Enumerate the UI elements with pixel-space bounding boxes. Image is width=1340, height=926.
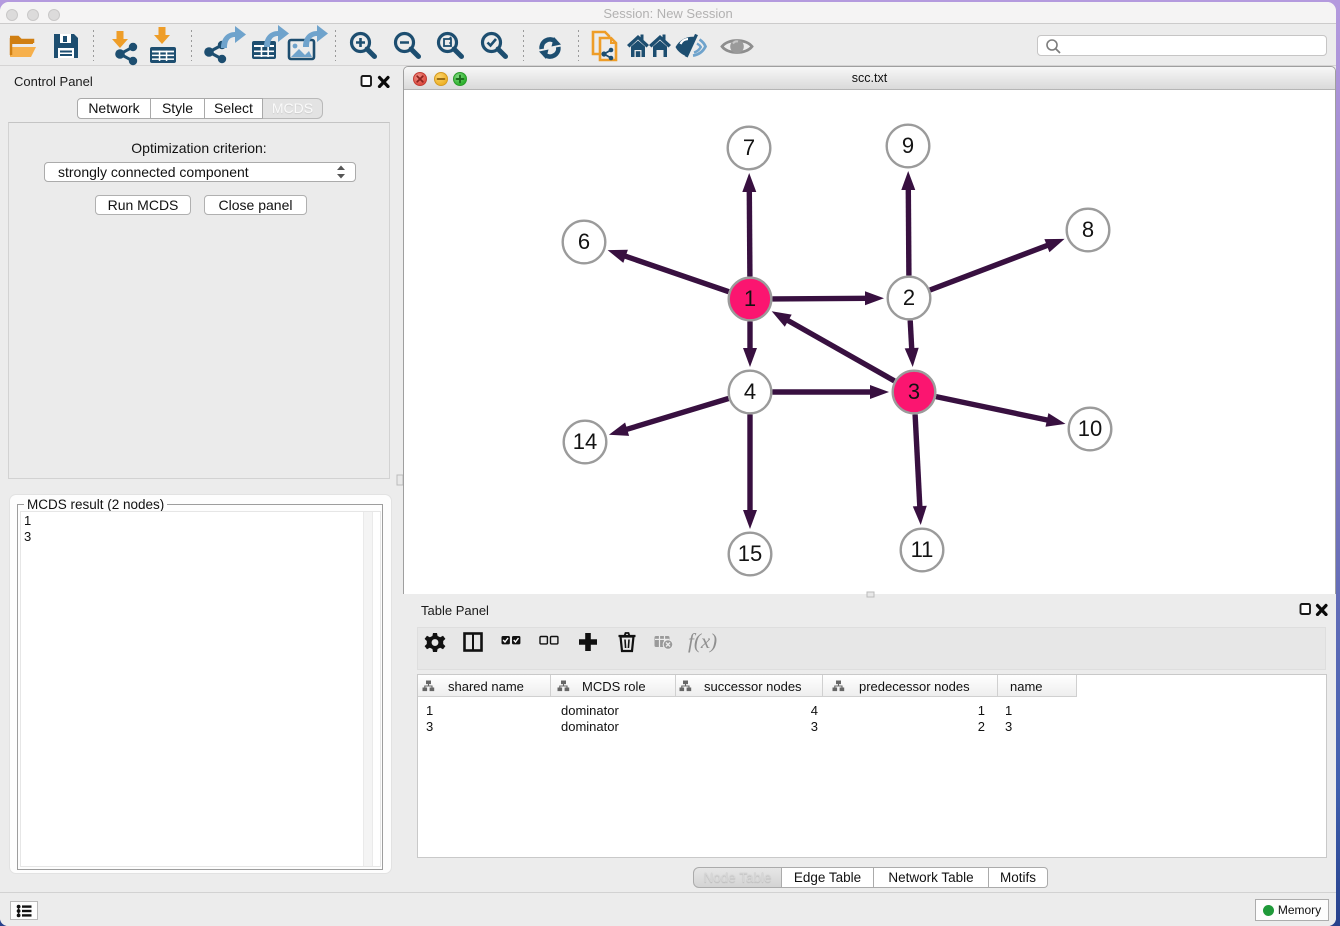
svg-text:f(x): f(x)	[688, 632, 717, 653]
